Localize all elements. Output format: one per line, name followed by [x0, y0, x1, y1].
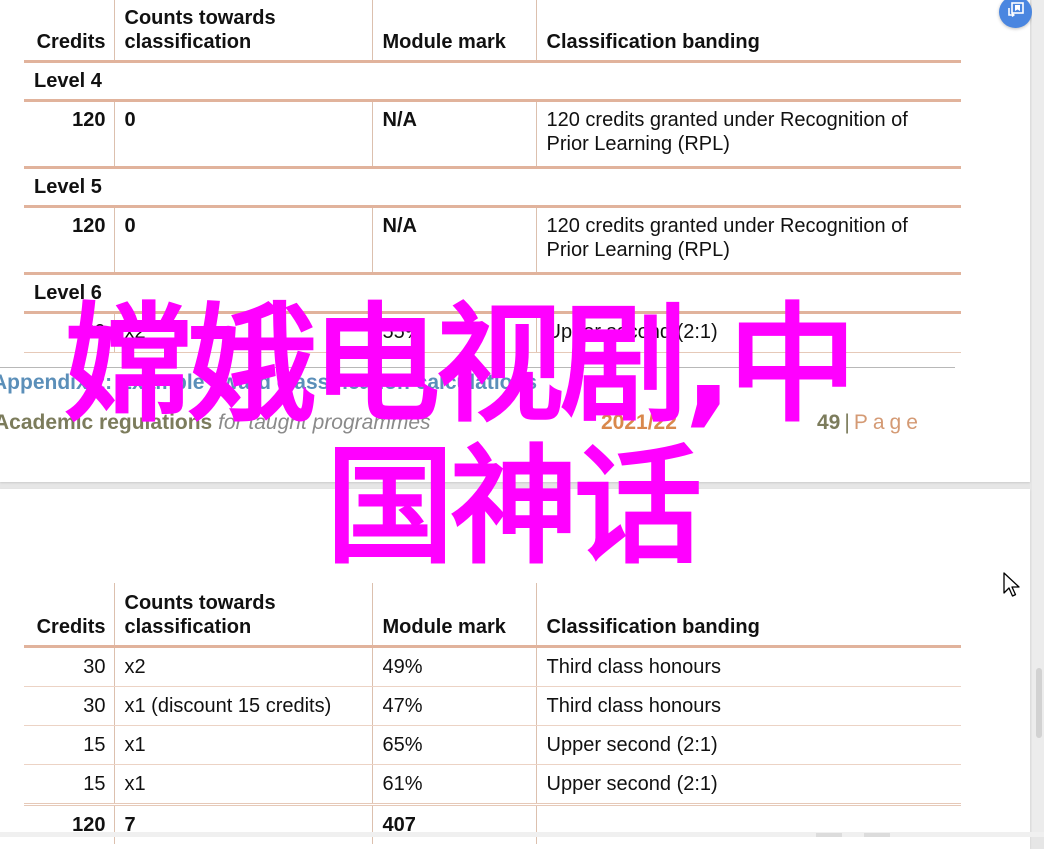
table-row: 120 0 N/A 120 credits granted under Reco… [24, 206, 961, 275]
cell-credits: 30 [24, 686, 114, 726]
page-number: 49 [817, 411, 841, 434]
cell-banding: Third class honours [535, 686, 961, 726]
table-row: 15 x1 61% Upper second (2:1) [24, 764, 961, 806]
cell-mark: N/A [371, 206, 536, 275]
pdf-page-49: Credits Counts towards classification Mo… [0, 0, 1030, 482]
header-credits: Credits [24, 0, 114, 63]
cell-banding: Upper second (2:1) [535, 725, 961, 765]
cell-counts: 0 [113, 100, 372, 169]
cell-counts: x1 [113, 725, 372, 765]
cell-credits: 120 [24, 206, 114, 275]
cell-credits: 15 [24, 725, 114, 765]
cell-credits: 30 [24, 646, 114, 687]
header-counts: Counts towards classification [113, 0, 372, 63]
vertical-scrollbar[interactable] [1032, 0, 1044, 837]
table-header-row: Credits Counts towards classification Mo… [24, 583, 961, 648]
total-credits: 120 [72, 814, 106, 836]
table-row: 30 x2 55% Upper second (2:1) [24, 312, 961, 353]
cell-banding: Upper second (2:1) [535, 312, 961, 353]
scrollbar-thumb[interactable] [1036, 668, 1042, 738]
header-counts-line2: classification [124, 616, 252, 638]
footer-page-number: 49 | Page [817, 411, 923, 435]
cell-counts: 0 [113, 206, 372, 275]
total-counts: 7 [113, 804, 372, 844]
table-row: 30 x1 (discount 15 credits) 47% Third cl… [24, 686, 961, 726]
cell-mark: 65% [371, 725, 536, 765]
cell-mark: 49% [371, 646, 536, 687]
cell-counts: x2 [113, 312, 372, 353]
level-label: Level 6 [24, 273, 961, 314]
level-marks-table: Credits Counts towards classification Mo… [24, 0, 961, 353]
level-row: Level 5 [24, 167, 961, 208]
total-row: 120 7 407 [24, 804, 961, 844]
header-counts: Counts towards classification [113, 583, 372, 648]
header-module-mark: Module mark [371, 0, 536, 63]
cell-mark: 55% [371, 312, 536, 353]
page-separator: | [844, 411, 850, 434]
level-label: Level 5 [24, 167, 961, 208]
cell-credits: 120 [24, 100, 114, 169]
table-row: 30 x2 49% Third class honours [24, 646, 961, 687]
footer-document-title: Academic regulations for taught programm… [0, 411, 431, 435]
header-module-mark: Module mark [371, 583, 536, 648]
bookmark-export-icon [1007, 1, 1025, 23]
page-label: Page [853, 411, 923, 434]
level-label: Level 4 [24, 61, 961, 102]
header-counts-line1: Counts towards [124, 592, 276, 614]
cell-mark: 61% [371, 764, 536, 806]
level-row: Level 4 [24, 61, 961, 102]
toolbar-button[interactable] [816, 833, 842, 837]
cell-banding: 120 credits granted under Recognition of… [535, 100, 961, 169]
cell-counts: x1 (discount 15 credits) [113, 686, 372, 726]
table-row: 120 0 N/A 120 credits granted under Reco… [24, 100, 961, 169]
footer-divider [0, 367, 955, 368]
cell-banding: Third class honours [535, 646, 961, 687]
header-classification-banding: Classification banding [535, 583, 961, 648]
toolbar-button[interactable] [864, 833, 890, 837]
footer-section-title: Appendix 2: Example award classification… [0, 371, 538, 394]
cell-counts: x1 [113, 764, 372, 806]
footer-year: 2021/22 [601, 411, 677, 434]
cell-credits: 15 [24, 764, 114, 806]
total-banding [535, 804, 961, 844]
pdf-viewer: Credits Counts towards classification Mo… [0, 0, 1032, 849]
total-mark: 407 [371, 804, 536, 844]
mouse-pointer-icon [1003, 572, 1021, 605]
cell-mark: N/A [371, 100, 536, 169]
table-header-row: Credits Counts towards classification Mo… [24, 0, 961, 63]
cell-banding: 120 credits granted under Recognition of… [535, 206, 961, 275]
level-row: Level 6 [24, 273, 961, 314]
cell-mark: 47% [371, 686, 536, 726]
header-credits: Credits [24, 583, 114, 648]
cell-credits: 30 [24, 312, 114, 353]
header-counts-line1: Counts towards [124, 7, 276, 29]
header-counts-line2: classification [124, 31, 252, 53]
example-marks-table: Credits Counts towards classification Mo… [24, 583, 961, 844]
header-classification-banding: Classification banding [535, 0, 961, 63]
cell-banding: Upper second (2:1) [535, 764, 961, 806]
table-row: 15 x1 65% Upper second (2:1) [24, 725, 961, 765]
footer-regs-italic: for taught programmes [218, 411, 431, 434]
cell-counts: x2 [113, 646, 372, 687]
footer-regs-bold: Academic regulations [0, 411, 213, 434]
